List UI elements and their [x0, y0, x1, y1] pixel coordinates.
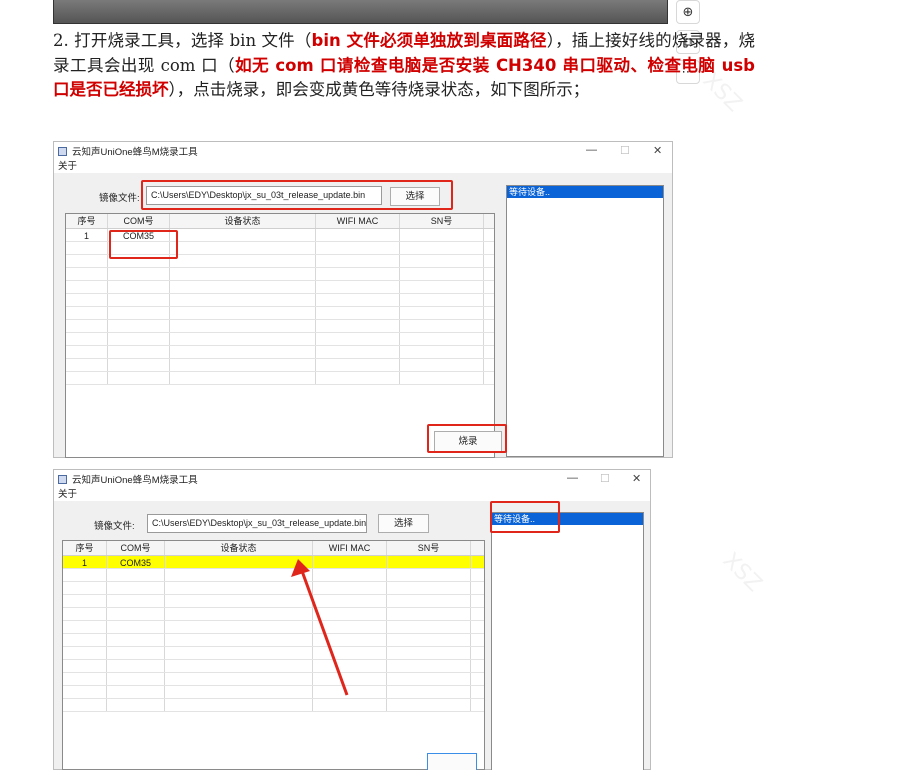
- maximize-icon[interactable]: ☐: [600, 472, 610, 485]
- minimize-icon[interactable]: —: [567, 472, 578, 484]
- minimize-icon[interactable]: —: [586, 144, 597, 156]
- col-wifi-mac: WIFI MAC: [313, 541, 387, 555]
- empty-row: [66, 307, 494, 320]
- empty-row: [63, 595, 484, 608]
- cell-sn: [400, 229, 484, 241]
- table-row-waiting[interactable]: 1 COM35: [63, 556, 484, 569]
- empty-row: [63, 647, 484, 660]
- annotation-box: [427, 424, 507, 453]
- app-icon: [58, 474, 67, 484]
- empty-row: [66, 281, 494, 294]
- text-part: ），点击烧录，即会变成黄色等待烧录状态，如下图所示；: [168, 80, 590, 99]
- col-com: COM号: [108, 214, 170, 228]
- log-panel[interactable]: 等待设备..: [506, 185, 664, 457]
- warning-text: bin 文件必须单独放到桌面路径: [311, 31, 547, 50]
- app-icon: [58, 146, 67, 156]
- previous-screenshot-fragment: [53, 0, 668, 24]
- col-sn: SN号: [400, 214, 484, 228]
- close-icon[interactable]: ✕: [653, 144, 662, 157]
- cell-com: COM35: [107, 556, 165, 568]
- annotation-box: [141, 180, 453, 210]
- empty-row: [63, 673, 484, 686]
- window-title: 云知声UniOne蜂鸟M烧录工具: [72, 475, 198, 486]
- col-status: 设备状态: [170, 214, 316, 228]
- zoom-icon[interactable]: ⊕: [676, 0, 700, 24]
- menu-about[interactable]: 关于: [54, 488, 650, 501]
- text-part: 2. 打开烧录工具，选择 bin 文件（: [53, 31, 312, 50]
- empty-row: [66, 294, 494, 307]
- cell-wifi-mac: [316, 229, 400, 241]
- menu-about[interactable]: 关于: [54, 160, 672, 173]
- empty-row: [66, 359, 494, 372]
- window-title: 云知声UniOne蜂鸟M烧录工具: [72, 147, 198, 158]
- col-status: 设备状态: [165, 541, 313, 555]
- file-label: 镜像文件:: [99, 193, 140, 204]
- empty-row: [63, 569, 484, 582]
- title-bar: 云知声UniOne蜂鸟M烧录工具: [54, 470, 650, 488]
- col-sn: SN号: [387, 541, 471, 555]
- file-path-field[interactable]: C:\Users\EDY\Desktop\jx_su_03t_release_u…: [147, 514, 367, 533]
- title-bar: 云知声UniOne蜂鸟M烧录工具: [54, 142, 672, 160]
- empty-row: [66, 333, 494, 346]
- empty-row: [63, 660, 484, 673]
- col-com: COM号: [107, 541, 165, 555]
- log-panel[interactable]: 等待设备..: [491, 512, 644, 770]
- empty-row: [63, 582, 484, 595]
- empty-row: [63, 686, 484, 699]
- cell-status: [170, 229, 316, 241]
- burn-tool-window-2: 云知声UniOne蜂鸟M烧录工具 — ☐ ✕ 关于 镜像文件: C:\Users…: [53, 469, 651, 770]
- cell-sn: [387, 556, 471, 568]
- empty-row: [63, 621, 484, 634]
- log-line[interactable]: 等待设备..: [507, 186, 663, 198]
- cell-index: 1: [63, 556, 107, 568]
- annotation-arrow: [291, 559, 349, 696]
- table-header: 序号 COM号 设备状态 WIFI MAC SN号: [66, 214, 494, 229]
- annotation-box: [109, 230, 178, 259]
- instruction-paragraph: 2. 打开烧录工具，选择 bin 文件（bin 文件必须单独放到桌面路径），插上…: [53, 29, 755, 103]
- watermark: XSZ: [717, 548, 767, 597]
- device-table: 序号 COM号 设备状态 WIFI MAC SN号 1 COM35: [62, 540, 485, 770]
- empty-row: [63, 634, 484, 647]
- empty-row: [66, 346, 494, 359]
- empty-row: [63, 699, 484, 712]
- burn-button-partial[interactable]: [427, 753, 477, 770]
- close-icon[interactable]: ✕: [632, 472, 641, 485]
- table-header: 序号 COM号 设备状态 WIFI MAC SN号: [63, 541, 484, 556]
- empty-row: [66, 372, 494, 385]
- col-wifi-mac: WIFI MAC: [316, 214, 400, 228]
- file-label: 镜像文件:: [94, 521, 135, 532]
- empty-row: [66, 320, 494, 333]
- col-index: 序号: [63, 541, 107, 555]
- annotation-box: [490, 501, 560, 533]
- select-button[interactable]: 选择: [378, 514, 429, 533]
- col-index: 序号: [66, 214, 108, 228]
- burn-tool-window-1: 云知声UniOne蜂鸟M烧录工具 — ☐ ✕ 关于 镜像文件: C:\Users…: [53, 141, 673, 458]
- maximize-icon[interactable]: ☐: [620, 144, 630, 157]
- empty-row: [63, 608, 484, 621]
- cell-index: 1: [66, 229, 108, 241]
- empty-row: [66, 268, 494, 281]
